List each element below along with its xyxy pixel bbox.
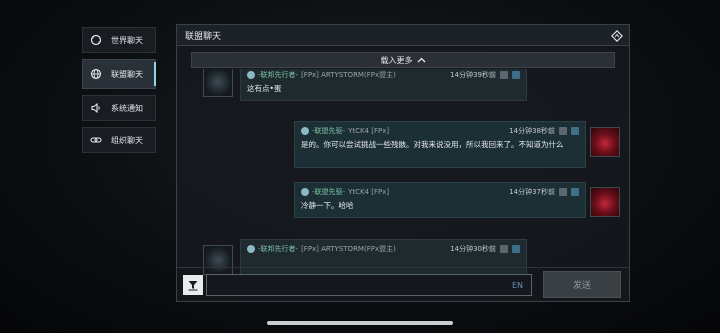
filter-button[interactable]	[183, 275, 203, 295]
translate-icon[interactable]	[559, 126, 567, 135]
globe-refresh-icon	[90, 34, 102, 46]
translate-icon[interactable]	[559, 187, 567, 196]
home-indicator[interactable]	[267, 321, 453, 325]
more-icon[interactable]	[512, 70, 520, 79]
more-icon[interactable]	[571, 126, 579, 135]
panel-header: 联盟聊天	[177, 25, 629, 46]
speaker-icon	[90, 102, 102, 114]
chat-input-bar: EN 发送	[177, 267, 629, 301]
alliance-emblem-icon	[247, 244, 255, 253]
message-text: 这有点•蛋	[247, 84, 282, 93]
send-button[interactable]: 发送	[543, 271, 621, 298]
load-more-button[interactable]: 载入更多	[191, 52, 615, 68]
avatar[interactable]	[203, 69, 233, 97]
tab-org-chat-label: 组织聊天	[111, 135, 143, 145]
tab-alliance-chat[interactable]: 联盟聊天	[82, 59, 156, 89]
message-header: -联盟先驱- YtCK4 [FPx] 14分钟38秒前	[301, 125, 579, 136]
sender-rank: -联盟先驱-	[312, 126, 346, 135]
chat-channel-tabs: 世界聊天 联盟聊天 系统通知 组织聊天	[82, 27, 156, 159]
more-icon[interactable]	[512, 244, 520, 253]
message-time: 14分钟39秒前	[450, 70, 496, 79]
sender-rank: -联邦先行者-	[258, 244, 299, 253]
message-bubble: -联盟先驱- YtCK4 [FPx] 14分钟38秒前 是的。你可以尝试挑战一些…	[294, 121, 586, 168]
sender-name[interactable]: YtCK4 [FPx]	[348, 127, 389, 135]
alliance-emblem-icon	[301, 126, 309, 135]
message-bubble: -联盟先驱- YtCK4 [FPx] 14分钟37秒前 冷静一下。哈哈	[294, 182, 586, 218]
chat-message-input[interactable]: EN	[206, 274, 532, 296]
message-time: 14分钟30秒前	[450, 244, 496, 253]
sender-rank: -联邦先行者-	[258, 70, 299, 79]
message-time: 14分钟37秒前	[509, 187, 555, 196]
message-header: -联邦先行者- [FPx] ARTYSTORM(FPx盟主) 14分钟39秒前	[247, 69, 520, 80]
message-header: -联盟先驱- YtCK4 [FPx] 14分钟37秒前	[301, 186, 579, 197]
avatar[interactable]	[590, 187, 620, 217]
input-language-label[interactable]: EN	[512, 281, 523, 290]
tab-system-notice[interactable]: 系统通知	[82, 95, 156, 121]
alliance-emblem-icon	[247, 70, 255, 79]
diamond-arrow-icon[interactable]	[611, 30, 623, 42]
panel-title: 联盟聊天	[185, 31, 222, 42]
translate-icon[interactable]	[500, 70, 508, 79]
tab-world-chat[interactable]: 世界聊天	[82, 27, 156, 53]
tab-alliance-chat-label: 联盟聊天	[111, 69, 143, 79]
chat-panel: 联盟聊天 -联邦先行者- [FPx] ARTYSTORM(FPx盟主) 14分钟…	[176, 24, 630, 302]
sender-name[interactable]: [FPx] ARTYSTORM(FPx盟主)	[301, 70, 396, 80]
filter-icon	[188, 281, 198, 291]
translate-icon[interactable]	[500, 244, 508, 253]
chain-link-icon	[90, 134, 102, 146]
sender-name[interactable]: [FPx] ARTYSTORM(FPx盟主)	[301, 244, 396, 254]
tab-system-notice-label: 系统通知	[111, 103, 143, 113]
send-button-label: 发送	[572, 281, 591, 291]
tab-world-chat-label: 世界聊天	[111, 35, 143, 45]
sender-rank: -联盟先驱-	[312, 187, 346, 196]
globe-icon	[90, 68, 102, 80]
message-bubble: -联邦先行者- [FPx] ARTYSTORM(FPx盟主) 14分钟39秒前 …	[240, 69, 527, 101]
more-icon[interactable]	[571, 187, 579, 196]
load-more-label: 载入更多	[380, 55, 413, 65]
sender-name[interactable]: YtCK4 [FPx]	[348, 188, 389, 196]
message-text: 是的。你可以尝试挑战一些残骸。对我来说没用，所以我回来了。不知道为什么	[301, 140, 564, 149]
message-list[interactable]: -联邦先行者- [FPx] ARTYSTORM(FPx盟主) 14分钟39秒前 …	[177, 69, 629, 285]
chevron-up-icon	[417, 56, 426, 65]
message-header: -联邦先行者- [FPx] ARTYSTORM(FPx盟主) 14分钟30秒前	[247, 243, 520, 254]
avatar[interactable]	[590, 127, 620, 157]
message-time: 14分钟38秒前	[509, 126, 555, 135]
alliance-emblem-icon	[301, 187, 309, 196]
tab-org-chat[interactable]: 组织聊天	[82, 127, 156, 153]
message-text: 冷静一下。哈哈	[301, 201, 354, 210]
